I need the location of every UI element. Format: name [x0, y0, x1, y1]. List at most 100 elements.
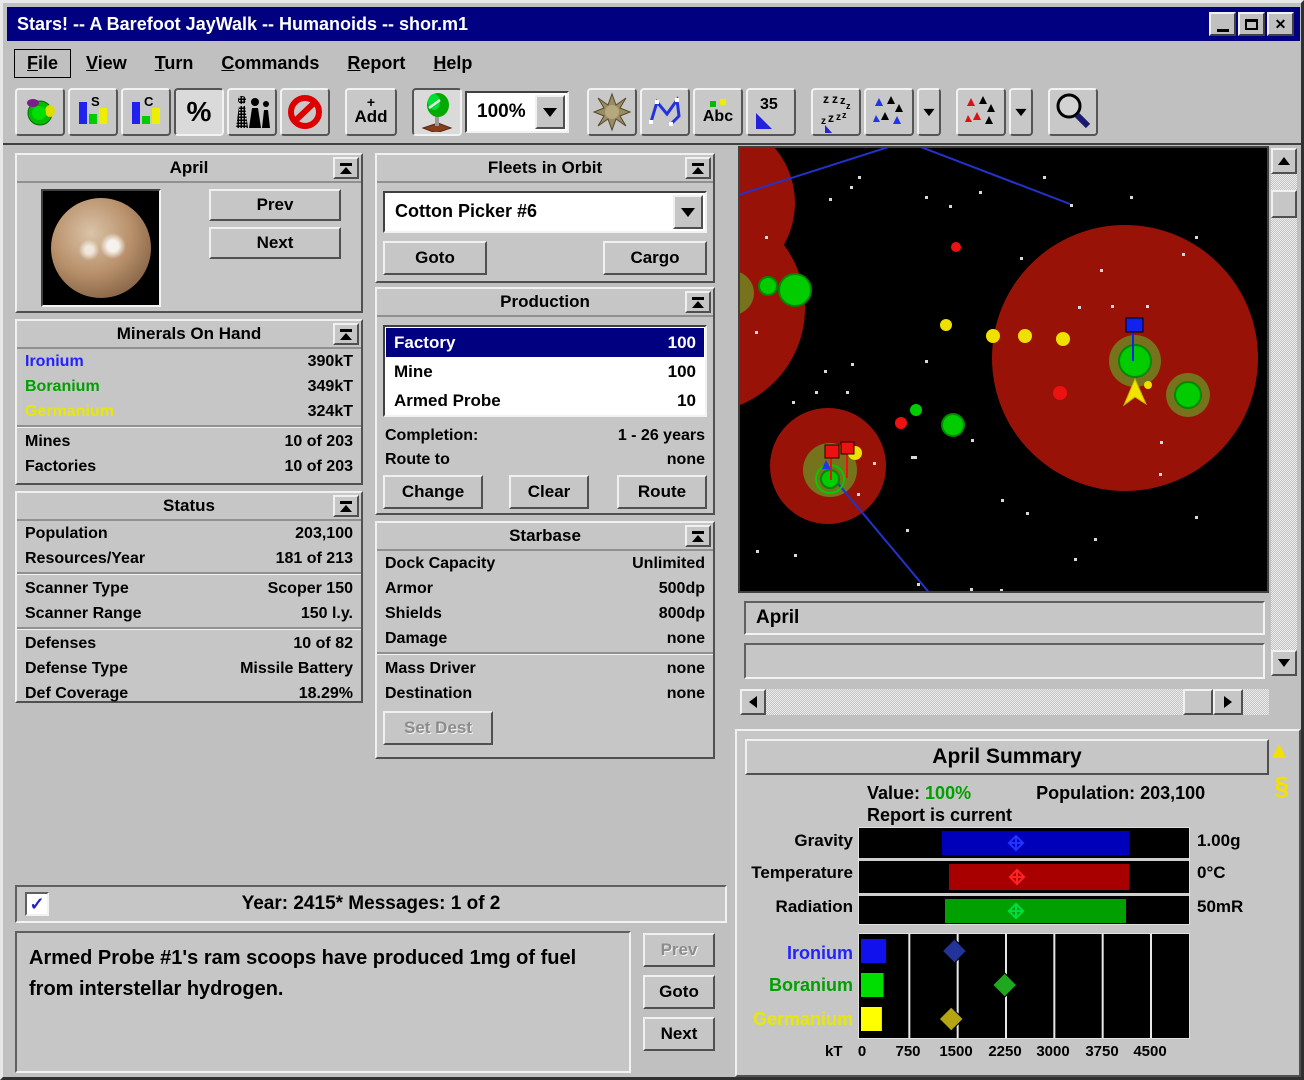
radiation-bar	[860, 899, 1188, 923]
divider	[17, 572, 361, 575]
map-horizontal-scrollbar[interactable]	[740, 689, 1269, 715]
message-text: Armed Probe #1's ram scoops have produce…	[29, 943, 617, 1005]
horizontal-scroll-thumb[interactable]	[1183, 689, 1213, 715]
status-row: Def Coverage18.29%	[17, 681, 361, 706]
planet-view-button[interactable]	[15, 88, 65, 136]
mineral-concentration-button[interactable]: C	[121, 88, 171, 136]
axis-tick: 3000	[1031, 1043, 1075, 1060]
temperature-label: Temperature	[737, 863, 853, 883]
fleets-panel-header: Fleets in Orbit	[377, 155, 713, 183]
production-queue-item[interactable]: Mine100	[386, 357, 704, 386]
next-planet-button[interactable]: Next	[209, 227, 341, 259]
fleet-goto-button[interactable]: Goto	[383, 241, 487, 275]
summary-panel: April Summary ▲ § Value: 100% Population…	[735, 729, 1301, 1077]
fleets-panel-title: Fleets in Orbit	[488, 158, 602, 178]
plus-icon: +	[367, 97, 375, 107]
production-change-button[interactable]: Change	[383, 475, 483, 509]
production-queue-item[interactable]: Armed Probe10	[386, 386, 704, 415]
population-view-icon	[233, 94, 271, 130]
starbase-panel-header: Starbase	[377, 523, 713, 551]
chevron-down-icon	[681, 208, 695, 217]
zoom-level-select[interactable]: 100%	[465, 91, 569, 133]
temperature-bar	[860, 864, 1188, 890]
zoom-level-dropdown-button[interactable]	[535, 95, 565, 129]
menu-commands[interactable]: Commands	[209, 50, 331, 77]
planet-names-button[interactable]	[412, 88, 462, 136]
close-button[interactable]: ✕	[1267, 12, 1294, 36]
status-panel-header: Status	[17, 493, 361, 521]
gravity-value: 1.00g	[1197, 831, 1240, 851]
scroll-up-button[interactable]	[1271, 148, 1297, 174]
scroll-left-button[interactable]	[740, 689, 766, 715]
population-view-button[interactable]	[227, 88, 277, 136]
scroll-down-button[interactable]	[1271, 650, 1297, 676]
no-info-view-button[interactable]	[280, 88, 330, 136]
completion-row: Completion:1 - 26 years	[377, 423, 713, 448]
summary-title: April Summary	[932, 745, 1081, 769]
chevron-down-icon	[543, 108, 557, 117]
menu-help[interactable]: Help	[421, 50, 484, 77]
selected-object-field[interactable]: April	[744, 601, 1265, 635]
message-filter-checkbox[interactable]: ✓	[25, 892, 49, 916]
production-clear-button[interactable]: Clear	[509, 475, 589, 509]
fleet-cargo-button[interactable]: Cargo	[603, 241, 707, 275]
axis-tick: 1500	[934, 1043, 978, 1060]
enemy-fleet-filter-button[interactable]	[956, 88, 1006, 136]
fleet-select[interactable]: Cotton Picker #6	[383, 191, 707, 233]
rollup-button[interactable]	[685, 525, 711, 547]
mineral-chart-frame	[858, 933, 1190, 1039]
ship-design-labels-button[interactable]: Abc	[693, 88, 743, 136]
ship-count-button[interactable]: 35	[746, 88, 796, 136]
messages-header-bar: ✓ Year: 2415* Messages: 1 of 2	[15, 885, 727, 923]
fleet-paths-icon	[645, 92, 685, 132]
minimize-button[interactable]	[1209, 12, 1236, 36]
message-prev-button[interactable]: Prev	[643, 933, 715, 967]
prev-planet-button[interactable]: Prev	[209, 189, 341, 221]
zoom-tool-button[interactable]	[1048, 88, 1098, 136]
starmap[interactable]	[740, 148, 1267, 591]
production-queue-list: Factory100 Mine100 Armed Probe10	[383, 325, 707, 417]
menu-report[interactable]: Report	[335, 50, 417, 77]
menu-turn[interactable]: Turn	[143, 50, 206, 77]
axis-tick: 3750	[1080, 1043, 1124, 1060]
fleet-select-dropdown-button[interactable]	[673, 195, 703, 229]
surface-minerals-button[interactable]: S	[68, 88, 118, 136]
maximize-button[interactable]	[1238, 12, 1265, 36]
map-vertical-scrollbar[interactable]	[1271, 148, 1297, 676]
rollup-button[interactable]	[333, 495, 359, 517]
message-next-button[interactable]: Next	[643, 1017, 715, 1051]
minefields-button[interactable]	[587, 88, 637, 136]
rollup-button[interactable]	[685, 291, 711, 313]
set-dest-button[interactable]: Set Dest	[383, 711, 493, 745]
enemy-fleet-filter-dropdown[interactable]	[1009, 88, 1033, 136]
planet-value-button[interactable]: %	[174, 88, 224, 136]
value-label: Value:	[867, 783, 920, 803]
toolbar: S C % +	[7, 83, 1300, 141]
status-row: Scanner Range150 l.y.	[17, 601, 361, 626]
value-percent: 100%	[925, 783, 971, 803]
message-body: Armed Probe #1's ram scoops have produce…	[15, 931, 631, 1073]
production-queue-item[interactable]: Factory100	[386, 328, 704, 357]
message-goto-button[interactable]: Goto	[643, 975, 715, 1009]
idle-fleets-icon: z z z z z z z z	[815, 91, 857, 133]
fleet-paths-button[interactable]	[640, 88, 690, 136]
friendly-fleet-filter-button[interactable]	[864, 88, 914, 136]
starmap-frame	[738, 146, 1269, 593]
vertical-scroll-thumb[interactable]	[1271, 190, 1297, 218]
idle-fleets-button[interactable]: z z z z z z z z	[811, 88, 861, 136]
summary-collapse-arrow-icon[interactable]: ▲	[1267, 739, 1291, 763]
rollup-button[interactable]	[333, 323, 359, 345]
add-waypoint-button[interactable]: + Add	[345, 88, 397, 136]
rollup-button[interactable]	[685, 157, 711, 179]
menu-file[interactable]: File	[15, 50, 70, 77]
menu-view[interactable]: View	[74, 50, 139, 77]
production-route-button[interactable]: Route	[617, 475, 707, 509]
starbase-row: Mass Drivernone	[377, 656, 713, 681]
menu-bar: File View Turn Commands Report Help	[7, 45, 1300, 81]
ship-count-label: 35	[760, 96, 778, 113]
rollup-button[interactable]	[333, 157, 359, 179]
secondary-field[interactable]	[744, 643, 1265, 679]
divider	[17, 425, 361, 428]
friendly-fleet-filter-dropdown[interactable]	[917, 88, 941, 136]
scroll-right-button[interactable]	[1213, 689, 1243, 715]
